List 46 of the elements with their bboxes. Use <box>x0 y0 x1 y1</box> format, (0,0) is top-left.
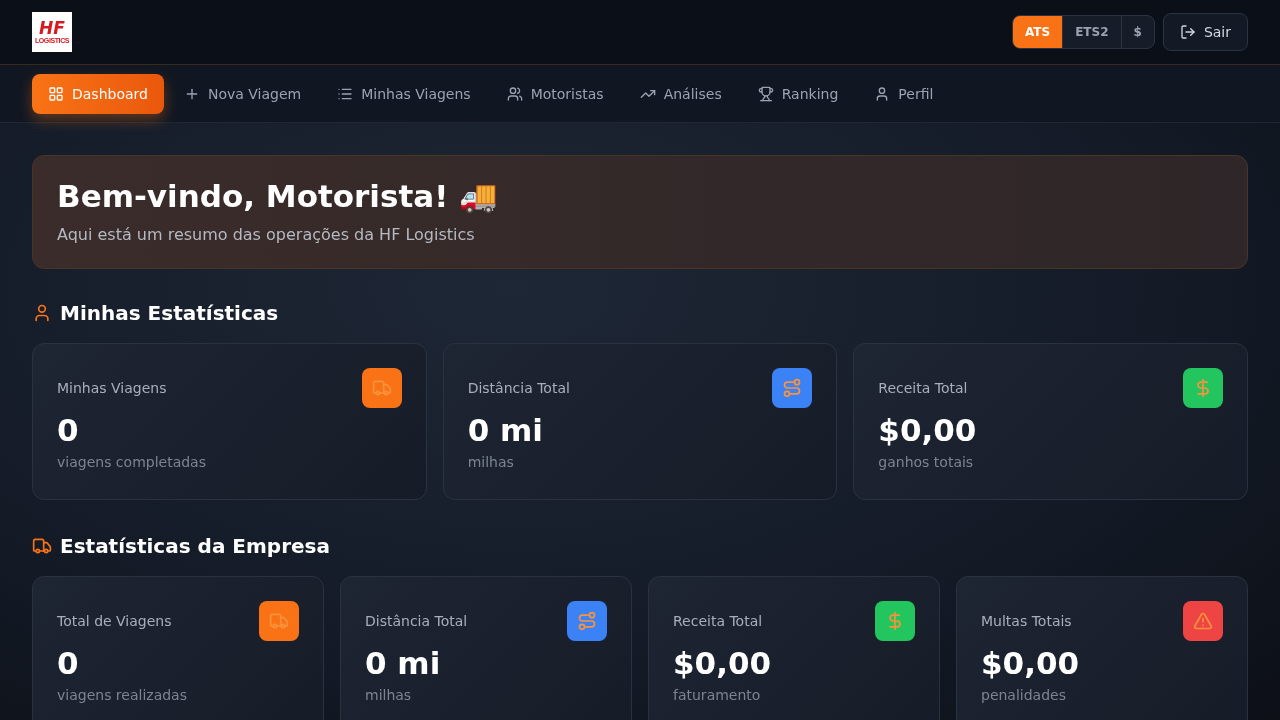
users-icon <box>506 85 523 102</box>
section-title: Estatísticas da Empresa <box>60 534 330 558</box>
welcome-subtitle: Aqui está um resumo das operações da HF Logistics <box>57 225 476 244</box>
warning-icon <box>1193 611 1213 631</box>
stat-label: Receita Total <box>878 380 968 396</box>
nav-tab[interactable]: Perfil <box>858 73 950 114</box>
game-option[interactable]: $ <box>1121 16 1154 48</box>
section-title: Minhas Estatísticas <box>60 301 279 325</box>
stat-value: 0 mi <box>365 645 442 681</box>
stat-caption: viagens realizadas <box>57 687 188 703</box>
stat-label: Receita Total <box>673 613 763 629</box>
logout-icon <box>1179 24 1196 40</box>
trophy-icon <box>757 85 774 102</box>
stat-caption: viagens completadas <box>57 454 207 470</box>
stat-label: Distância Total <box>467 380 570 396</box>
stat-caption: milhas <box>467 454 515 470</box>
route-icon <box>577 611 597 631</box>
stat-value: 0 mi <box>467 412 544 448</box>
stat-caption: ganhos totais <box>878 454 975 470</box>
nav-tab[interactable]: Motoristas <box>490 73 620 114</box>
nav-tab[interactable]: Ranking <box>741 73 855 114</box>
welcome-title: Bem-vindo, Motorista! 🚚 <box>57 178 500 215</box>
stat-value: $0,00 <box>673 645 773 681</box>
nav-tab[interactable]: Análises <box>623 73 738 114</box>
game-option[interactable]: ETS2 <box>1063 16 1122 48</box>
logo-mark: HF <box>39 20 65 37</box>
stat-label: Total de Viagens <box>57 613 172 629</box>
user-icon <box>32 303 52 323</box>
nav-tab[interactable]: Minhas Viagens <box>321 73 487 114</box>
nav-tab[interactable]: Nova Viagem <box>167 73 318 114</box>
route-icon <box>782 378 803 398</box>
stat-label: Distância Total <box>365 613 468 629</box>
stat-caption: faturamento <box>673 687 762 703</box>
stat-value: $0,00 <box>981 645 1081 681</box>
stat-label: Minhas Viagens <box>57 380 167 396</box>
truck-icon <box>32 536 52 556</box>
truck-icon <box>269 611 289 631</box>
logout-button[interactable]: Sair <box>1162 13 1248 51</box>
stat-value: $0,00 <box>878 412 978 448</box>
stat-label: Multas Totais <box>981 613 1072 629</box>
stat-caption: penalidades <box>981 687 1067 703</box>
stat-value: 0 <box>57 412 80 448</box>
truck-icon <box>371 378 392 398</box>
grid-icon <box>48 85 64 102</box>
stat-caption: milhas <box>365 687 413 703</box>
stat-value: 0 <box>57 645 80 681</box>
